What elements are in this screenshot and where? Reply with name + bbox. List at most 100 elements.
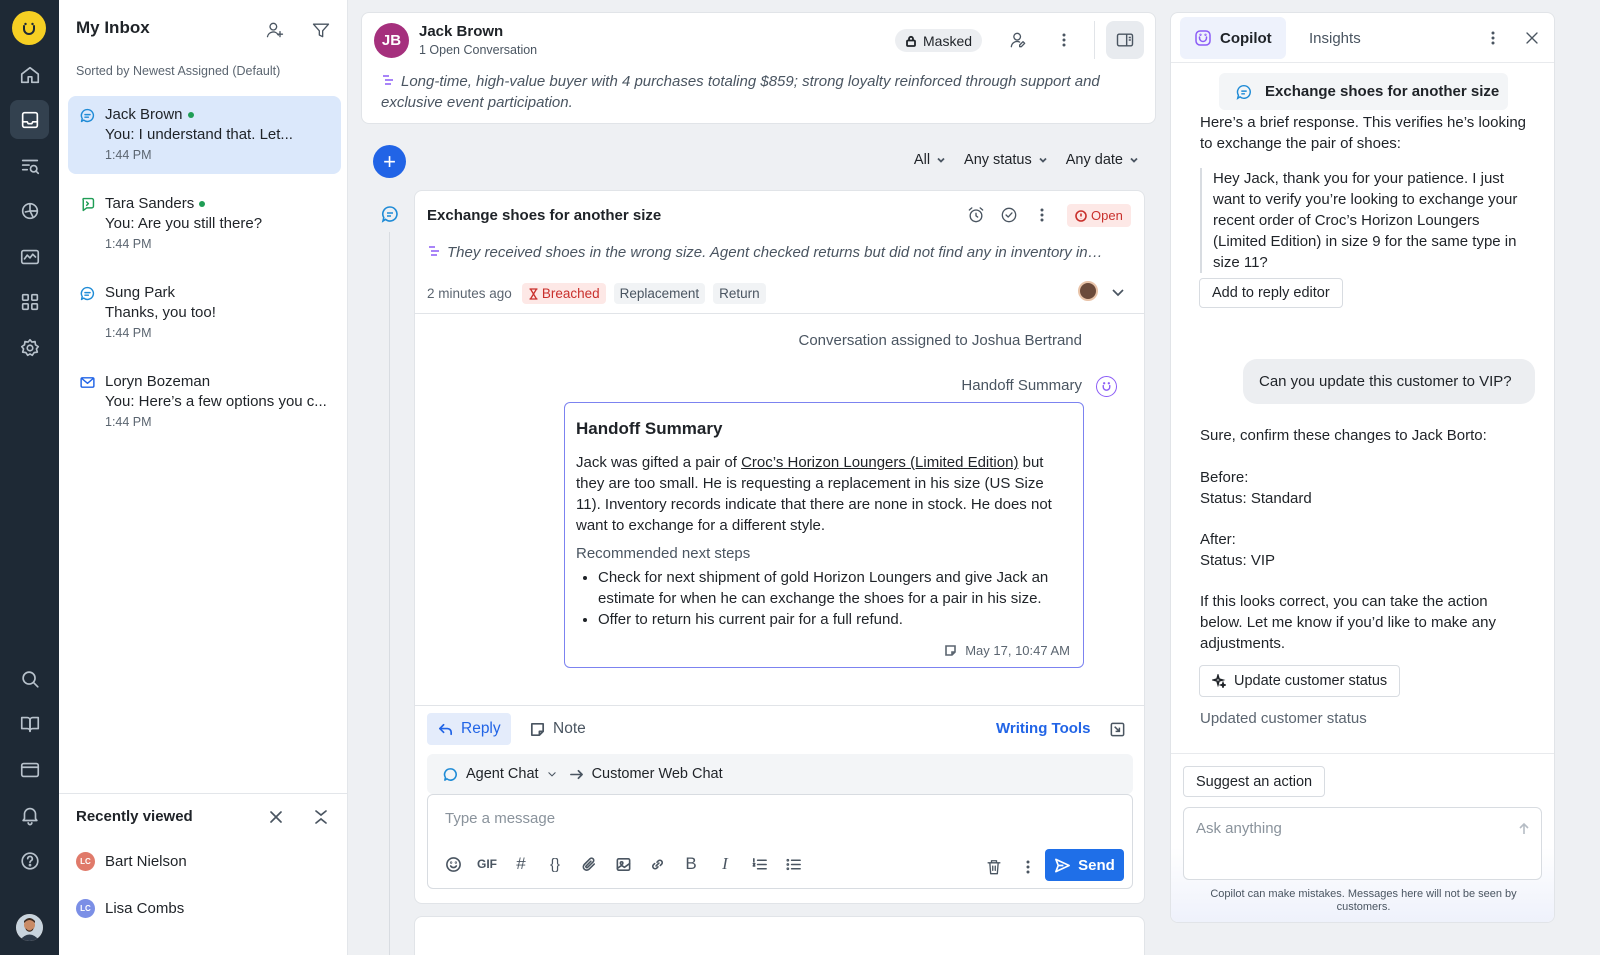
filter-all[interactable]: All xyxy=(914,152,946,168)
masked-badge[interactable]: Masked xyxy=(895,29,983,52)
recent-name: Lisa Combs xyxy=(105,900,185,917)
chevron-down-icon xyxy=(937,157,945,163)
monitor-icon[interactable] xyxy=(10,237,49,276)
tab-reply[interactable]: Reply xyxy=(427,713,511,745)
conversation-item[interactable]: Tara Sanders You: Are you still there? 1… xyxy=(68,185,341,263)
variables-button[interactable]: {} xyxy=(544,853,566,875)
time-ago: 2 minutes ago xyxy=(427,286,512,301)
search-icon[interactable] xyxy=(10,659,49,698)
contact-name[interactable]: Jack Brown xyxy=(419,23,503,40)
conversation-item[interactable]: Loryn Bozeman You: Here’s a few options … xyxy=(68,363,341,441)
reports-icon[interactable] xyxy=(10,146,49,185)
gif-button[interactable]: GIF xyxy=(476,853,498,875)
bullet-list-icon[interactable] xyxy=(782,853,804,875)
settings-icon[interactable] xyxy=(10,328,49,367)
contact-header: JB Jack Brown 1 Open Conversation Masked… xyxy=(361,12,1156,124)
sort-label[interactable]: Sorted by Newest Assigned (Default) xyxy=(76,64,280,78)
conversation-item[interactable]: Jack Brown You: I understand that. Let..… xyxy=(68,96,341,174)
filters: All Any status Any date xyxy=(914,152,1139,168)
tag[interactable]: Replacement xyxy=(613,283,706,304)
from-channel[interactable]: Agent Chat xyxy=(466,766,539,782)
copilot-tabs: Copilot Insights xyxy=(1171,13,1554,63)
note-icon xyxy=(530,722,545,736)
collapse-icon[interactable] xyxy=(309,805,333,829)
writing-tools-button[interactable]: Writing Tools xyxy=(996,720,1090,737)
filter-date[interactable]: Any date xyxy=(1066,152,1139,168)
summary-icon xyxy=(383,75,393,85)
side-panel-icon[interactable] xyxy=(1106,21,1144,59)
attachment-icon[interactable] xyxy=(578,853,600,875)
copilot-icon xyxy=(1096,376,1117,397)
close-icon[interactable] xyxy=(264,805,288,829)
handoff-date-text: May 17, 10:47 AM xyxy=(965,643,1070,658)
inbox-icon[interactable] xyxy=(10,100,49,139)
arrow-up-icon[interactable] xyxy=(1517,822,1531,839)
tab-copilot-label: Copilot xyxy=(1220,29,1272,47)
send-button[interactable]: Send xyxy=(1045,849,1124,881)
bell-icon[interactable] xyxy=(10,795,49,834)
breached-label: Breached xyxy=(541,286,600,301)
status-badge[interactable]: Open xyxy=(1067,204,1131,227)
expand-icon[interactable] xyxy=(1109,721,1126,741)
step-item: Offer to return his current pair for a f… xyxy=(598,609,1072,630)
trash-icon[interactable] xyxy=(981,854,1007,880)
assign-user-icon[interactable] xyxy=(1005,27,1031,53)
more-icon[interactable] xyxy=(1029,202,1055,228)
chat-icon xyxy=(1236,84,1251,100)
italic-button[interactable]: I xyxy=(714,853,736,875)
conversation-time: 1:44 PM xyxy=(105,415,152,429)
user-avatar[interactable] xyxy=(16,914,43,941)
contact-summary: Long-time, high-value buyer with 4 purch… xyxy=(381,71,1131,113)
snooze-icon[interactable] xyxy=(963,202,989,228)
after-status: Status: VIP xyxy=(1200,552,1276,569)
filter-status[interactable]: Any status xyxy=(964,152,1048,168)
chevron-down-icon[interactable] xyxy=(1110,284,1126,303)
suggest-action-button[interactable]: Suggest an action xyxy=(1183,766,1326,797)
conversation-item[interactable]: Sung Park Thanks, you too! 1:44 PM xyxy=(68,274,341,352)
tab-insights[interactable]: Insights xyxy=(1295,17,1375,59)
emoji-icon[interactable] xyxy=(442,853,464,875)
assignment-event: Conversation assigned to Joshua Bertrand xyxy=(798,332,1082,349)
hashtag-button[interactable]: # xyxy=(510,853,532,875)
analytics-icon[interactable] xyxy=(10,191,49,230)
add-to-reply-button[interactable]: Add to reply editor xyxy=(1199,278,1343,308)
new-conversation-button[interactable]: + xyxy=(373,145,406,178)
assignee-avatar[interactable] xyxy=(1078,281,1098,301)
message-input[interactable]: Type a message xyxy=(445,810,555,827)
tab-copilot[interactable]: Copilot xyxy=(1180,17,1286,59)
recent-item[interactable]: LC Bart Nielson xyxy=(76,852,187,871)
link-icon[interactable] xyxy=(646,853,668,875)
product-link[interactable]: Croc’s Horizon Loungers (Limited Edition… xyxy=(741,454,1018,471)
sms-icon xyxy=(79,196,96,213)
more-icon[interactable] xyxy=(1051,27,1077,53)
help-icon[interactable] xyxy=(10,841,49,880)
apps-icon[interactable] xyxy=(10,282,49,321)
conversation-meta: 2 minutes ago Breached Replacement Retur… xyxy=(427,283,766,304)
conversation-time: 1:44 PM xyxy=(105,237,152,251)
message-composer: Type a message GIF # {} B I Send xyxy=(427,794,1133,889)
knowledge-icon[interactable] xyxy=(10,704,49,743)
image-icon[interactable] xyxy=(612,853,634,875)
more-icon[interactable] xyxy=(1015,854,1041,880)
bold-button[interactable]: B xyxy=(680,853,702,875)
tag[interactable]: Return xyxy=(713,283,766,304)
more-icon[interactable] xyxy=(1480,25,1506,51)
resolve-icon[interactable] xyxy=(996,202,1022,228)
filter-icon[interactable] xyxy=(308,17,334,43)
update-status-button[interactable]: Update customer status xyxy=(1199,665,1401,697)
screen-icon[interactable] xyxy=(10,750,49,789)
chevron-down-icon xyxy=(1130,157,1138,163)
recent-item[interactable]: LC Lisa Combs xyxy=(76,899,184,918)
home-icon[interactable] xyxy=(10,55,49,94)
close-icon[interactable] xyxy=(1519,25,1545,51)
tab-note[interactable]: Note xyxy=(519,713,596,745)
next-conversation-card xyxy=(414,916,1145,955)
conversation-time: 1:44 PM xyxy=(105,148,152,162)
numbered-list-icon[interactable] xyxy=(748,853,770,875)
add-user-icon[interactable] xyxy=(262,17,288,43)
ask-input[interactable]: Ask anything xyxy=(1183,807,1542,880)
divider xyxy=(415,313,1144,314)
logo-icon[interactable] xyxy=(12,11,46,45)
before-status: Status: Standard xyxy=(1200,490,1312,507)
breached-tag[interactable]: Breached xyxy=(521,283,606,304)
